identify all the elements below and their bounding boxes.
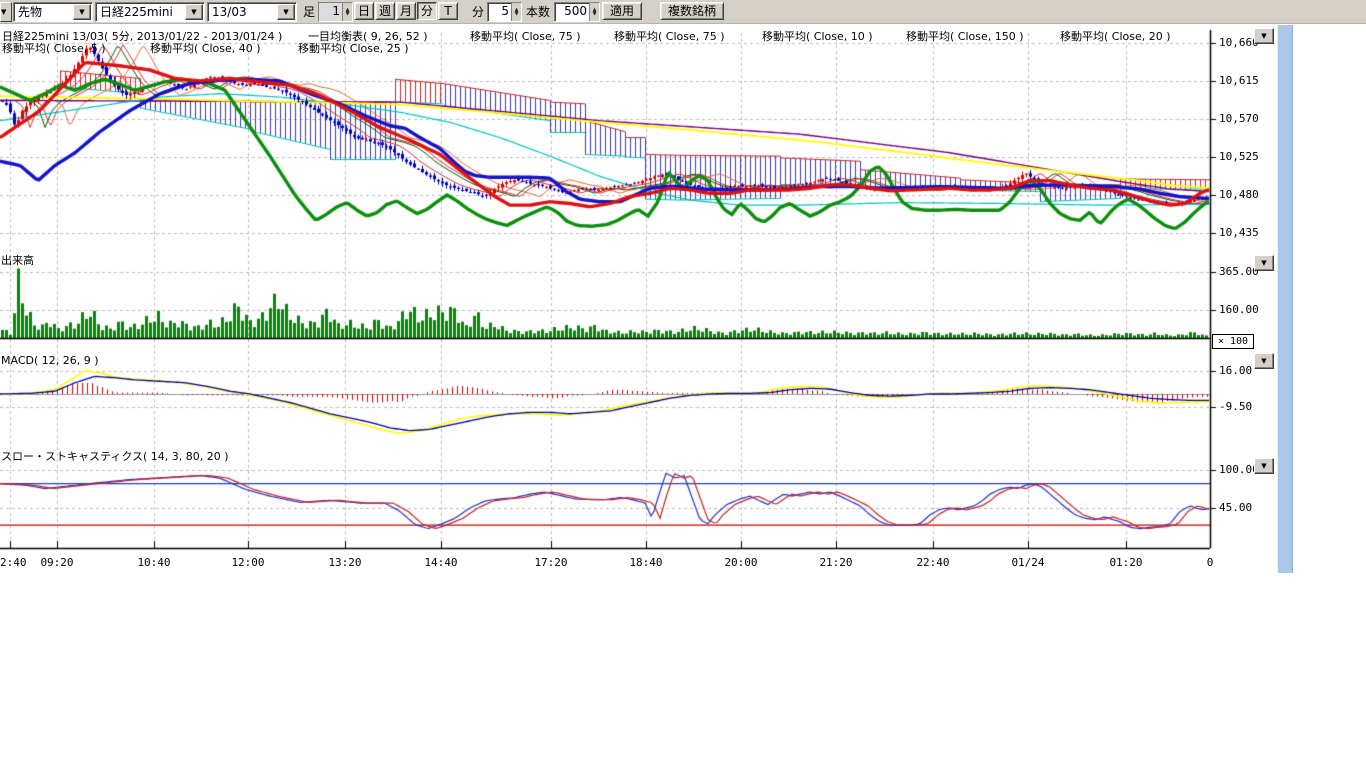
legend-item: 移動平均( Close, 25 ) bbox=[298, 40, 409, 56]
chevron-down-icon[interactable]: ▼ bbox=[73, 4, 91, 20]
toolbar: ▼ 先物 ▼ 日経225mini ▼ 13/03 ▼ 足 1 ▲▼ 日 週 月 … bbox=[0, 0, 1366, 24]
time-axis-label: 14:40 bbox=[424, 556, 457, 569]
price-scale-dropdown-button[interactable]: ▼ bbox=[1254, 28, 1274, 44]
macd-panel-label: MACD( 12, 26, 9 ) bbox=[1, 354, 99, 367]
macd-axis-label: 16.00 bbox=[1219, 364, 1252, 377]
chevron-down-icon: ▼ bbox=[1, 8, 6, 16]
time-axis-label: 18:40 bbox=[629, 556, 662, 569]
chevron-down-icon[interactable]: ▼ bbox=[277, 4, 295, 20]
chevron-down-icon: ▼ bbox=[1261, 462, 1266, 470]
time-axis-label: 12:00 bbox=[231, 556, 264, 569]
bar-count-value: 500 bbox=[555, 3, 589, 21]
price-axis-label: 10,525 bbox=[1219, 150, 1259, 163]
price-chart-canvas[interactable] bbox=[0, 0, 1366, 575]
symbol-select[interactable]: 日経225mini ▼ bbox=[95, 2, 205, 22]
legend-item: 移動平均( Close, 5 ) bbox=[2, 40, 106, 56]
volume-multiplier-badge: × 100 bbox=[1212, 334, 1254, 349]
time-axis-label: 22:40 bbox=[916, 556, 949, 569]
price-axis-label: 10,615 bbox=[1219, 74, 1259, 87]
symbol-value: 日経225mini bbox=[96, 4, 184, 20]
legend-item: 移動平均( Close, 40 ) bbox=[150, 40, 261, 56]
price-axis-label: 10,660 bbox=[1219, 36, 1259, 49]
bar-interval-value: 1 bbox=[319, 3, 342, 21]
chevron-down-icon: ▼ bbox=[1261, 32, 1266, 40]
indicator-legend-row-2: 移動平均( Close, 5 )移動平均( Close, 40 )移動平均( C… bbox=[0, 40, 1210, 52]
apply-button[interactable]: 適用 bbox=[602, 2, 642, 20]
chevron-down-icon: ▼ bbox=[1261, 357, 1266, 365]
period-daily-button[interactable]: 日 bbox=[354, 2, 374, 20]
chevron-down-icon[interactable]: ▼ bbox=[185, 4, 203, 20]
contract-month-select[interactable]: 13/03 ▼ bbox=[207, 2, 297, 22]
time-axis-label: 10:40 bbox=[137, 556, 170, 569]
time-axis-label: 21:20 bbox=[819, 556, 852, 569]
time-axis-label: 13:20 bbox=[328, 556, 361, 569]
time-axis-label: 01/24 bbox=[1011, 556, 1044, 569]
time-axis-label: 09:20 bbox=[40, 556, 73, 569]
time-axis-label: 0 bbox=[1207, 556, 1214, 569]
stoch-axis-label: 45.00 bbox=[1219, 501, 1252, 514]
spinner-arrows-icon[interactable]: ▲▼ bbox=[589, 3, 599, 21]
asset-class-select[interactable]: 先物 ▼ bbox=[13, 2, 93, 22]
minute-label: 分 bbox=[472, 4, 484, 20]
indicator-legend-row-1: 日経225mini 13/03( 5分, 2013/01/22 - 2013/0… bbox=[0, 28, 1210, 40]
spinner-arrows-icon[interactable]: ▲▼ bbox=[342, 3, 352, 21]
period-minute-button[interactable]: 分 bbox=[417, 2, 437, 20]
bar-interval-stepper[interactable]: 1 ▲▼ bbox=[318, 2, 353, 22]
minute-stepper[interactable]: 5 ▲▼ bbox=[487, 2, 522, 22]
asset-class-value: 先物 bbox=[14, 4, 72, 20]
time-axis-label: 20:00 bbox=[724, 556, 757, 569]
volume-axis-label: 365.00 bbox=[1219, 265, 1259, 278]
vertical-scrollbar[interactable] bbox=[1277, 25, 1293, 573]
stoch-axis-label: 100.00 bbox=[1219, 463, 1259, 476]
time-axis-label: 17:20 bbox=[534, 556, 567, 569]
multi-symbol-button[interactable]: 複数銘柄 bbox=[660, 2, 724, 20]
stochastics-panel-label: スロー・ストキャスティクス( 14, 3, 80, 20 ) bbox=[1, 448, 229, 464]
stoch-scale-dropdown-button[interactable]: ▼ bbox=[1254, 458, 1274, 474]
chevron-down-icon: ▼ bbox=[1261, 259, 1266, 267]
period-weekly-button[interactable]: 週 bbox=[375, 2, 395, 20]
volume-scale-dropdown-button[interactable]: ▼ bbox=[1254, 255, 1274, 271]
macd-axis-label: -9.50 bbox=[1219, 400, 1252, 413]
clipped-combo-fragment[interactable]: ▼ bbox=[0, 2, 12, 22]
spinner-arrows-icon[interactable]: ▲▼ bbox=[511, 3, 521, 21]
chart-application-window: ▼ 先物 ▼ 日経225mini ▼ 13/03 ▼ 足 1 ▲▼ 日 週 月 … bbox=[0, 0, 1366, 768]
time-axis-label: 2:40 bbox=[0, 556, 27, 569]
contract-month-value: 13/03 bbox=[208, 4, 276, 20]
macd-scale-dropdown-button[interactable]: ▼ bbox=[1254, 353, 1274, 369]
price-axis-label: 10,480 bbox=[1219, 188, 1259, 201]
price-axis-label: 10,570 bbox=[1219, 112, 1259, 125]
bar-type-label: 足 bbox=[303, 4, 315, 20]
bar-count-stepper[interactable]: 500 ▲▼ bbox=[554, 2, 600, 22]
minute-value: 5 bbox=[488, 3, 511, 21]
period-monthly-button[interactable]: 月 bbox=[396, 2, 416, 20]
period-tick-button[interactable]: T bbox=[438, 2, 458, 20]
bar-count-label: 本数 bbox=[526, 4, 550, 20]
price-axis-label: 10,435 bbox=[1219, 226, 1259, 239]
time-axis-label: 01:20 bbox=[1109, 556, 1142, 569]
volume-panel-label: 出来高 bbox=[1, 252, 34, 268]
volume-axis-label: 160.00 bbox=[1219, 303, 1259, 316]
